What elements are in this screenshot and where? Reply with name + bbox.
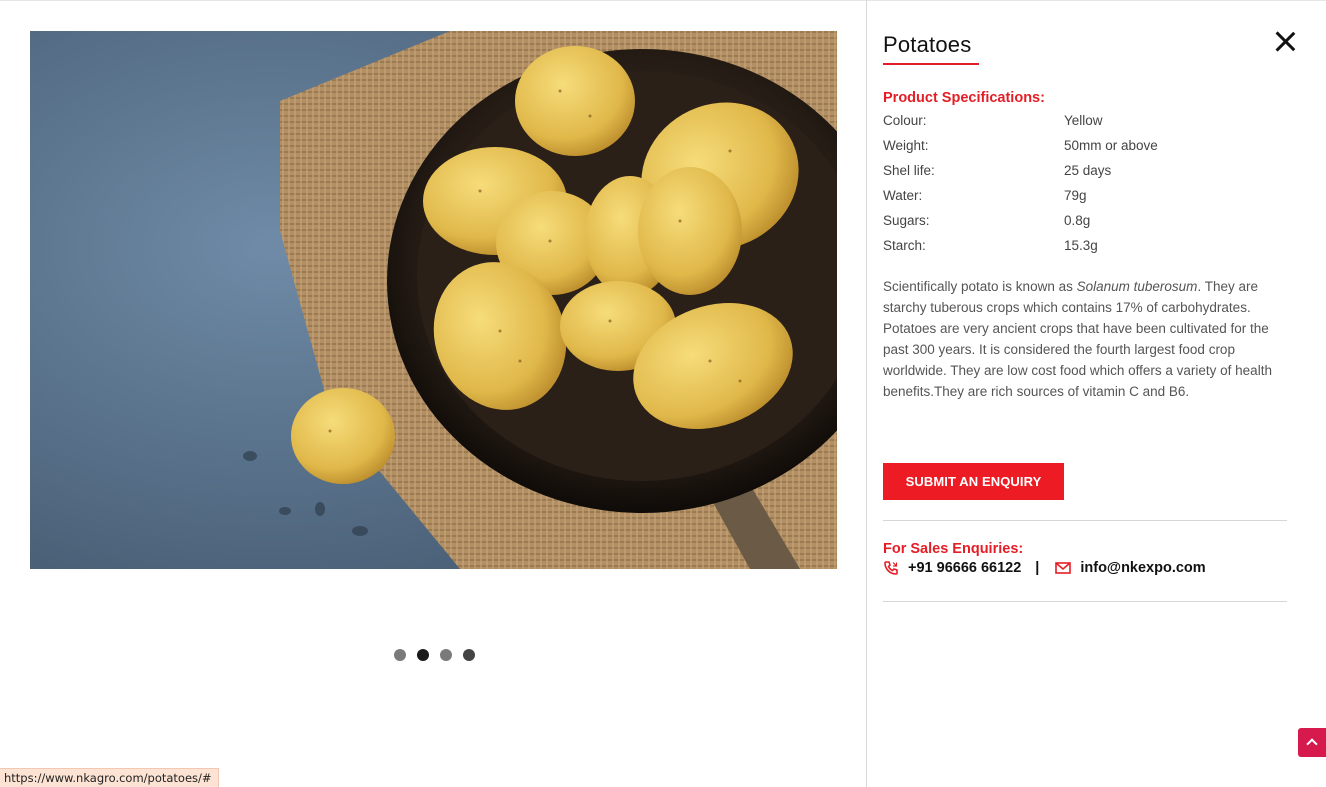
image-gallery: [0, 0, 867, 787]
email-link[interactable]: info@nkexpo.com: [1080, 560, 1205, 576]
carousel-dot-3[interactable]: [440, 649, 452, 661]
product-title: Potatoes: [883, 32, 972, 57]
description-text: Scientifically potato is known as: [883, 279, 1077, 294]
carousel-dot-1[interactable]: [394, 649, 406, 661]
spec-value: 79g: [1064, 188, 1087, 203]
status-bar-url: https://www.nkagro.com/potatoes/#: [0, 768, 219, 787]
contact-info: +91 96666 66122 | info@nkexpo.com: [883, 560, 1206, 576]
spec-row-sugars: Sugars: 0.8g: [883, 208, 1213, 233]
description-text: . They are starchy tuberous crops which …: [883, 279, 1272, 399]
spec-label: Sugars:: [883, 213, 930, 228]
product-image[interactable]: [30, 31, 837, 569]
spec-row-colour: Colour: Yellow: [883, 108, 1213, 133]
title-underline: [883, 63, 979, 65]
spec-label: Weight:: [883, 138, 929, 153]
carousel-dot-2[interactable]: [417, 649, 429, 661]
product-detail-panel: Potatoes Product Specifications: Colour:…: [883, 0, 1287, 787]
specifications-heading: Product Specifications:: [883, 90, 1045, 106]
spec-value: 50mm or above: [1064, 138, 1158, 153]
specifications-table: Colour: Yellow Weight: 50mm or above She…: [883, 108, 1213, 258]
spec-value: 25 days: [1064, 163, 1112, 178]
chevron-up-icon[interactable]: [1298, 728, 1326, 757]
close-icon[interactable]: [1273, 29, 1297, 53]
spec-row-weight: Weight: 50mm or above: [883, 133, 1213, 158]
phone-link[interactable]: +91 96666 66122: [908, 560, 1021, 576]
spec-row-water: Water: 79g: [883, 183, 1213, 208]
sales-enquiries-heading: For Sales Enquiries:: [883, 541, 1024, 557]
spec-label: Starch:: [883, 238, 926, 253]
spec-label: Shel life:: [883, 163, 935, 178]
carousel-dots: [394, 649, 475, 661]
spec-row-starch: Starch: 15.3g: [883, 233, 1213, 258]
spec-row-shelf-life: Shel life: 25 days: [883, 158, 1213, 183]
scientific-name: Solanum tuberosum: [1076, 279, 1198, 294]
phone-icon: [884, 561, 898, 575]
spec-value: 15.3g: [1064, 238, 1098, 253]
divider: [883, 601, 1287, 602]
spec-label: Water:: [883, 188, 923, 203]
spec-value: 0.8g: [1064, 213, 1091, 228]
spec-value: Yellow: [1064, 113, 1103, 128]
carousel-dot-4[interactable]: [463, 649, 475, 661]
submit-enquiry-button[interactable]: SUBMIT AN ENQUIRY: [883, 463, 1064, 500]
envelope-icon: [1055, 562, 1072, 574]
contact-separator: |: [1035, 560, 1040, 576]
divider: [883, 520, 1287, 521]
spec-label: Colour:: [883, 113, 927, 128]
product-description: Scientifically potato is known as Solanu…: [883, 276, 1283, 402]
